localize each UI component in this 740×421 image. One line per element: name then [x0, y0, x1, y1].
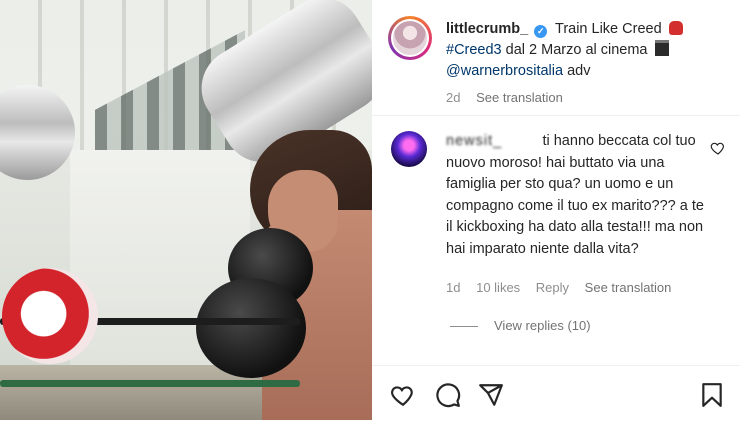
heart-icon[interactable]: [390, 382, 416, 408]
see-translation-link[interactable]: See translation: [585, 280, 672, 295]
clapper-board-icon: [654, 40, 669, 56]
author-username[interactable]: littlecrumb_: [446, 21, 528, 37]
view-replies-label: View replies (10): [494, 318, 591, 333]
caption-meta: 2d See translation: [446, 90, 575, 105]
comment-body: ti hanno: [542, 133, 595, 149]
share-icon[interactable]: [478, 382, 504, 408]
post-caption: littlecrumb_ ✓ Train Like Creed #Creed3 …: [446, 19, 731, 82]
hashtag-link[interactable]: #Creed3: [446, 42, 502, 58]
divider: [372, 115, 740, 116]
caption-text: Train Like Creed: [555, 21, 662, 37]
view-replies-button[interactable]: View replies (10): [450, 318, 591, 333]
comment-body: beccata col tuo nuovo moroso! hai buttat…: [446, 133, 704, 257]
verified-badge-icon: ✓: [534, 25, 548, 38]
caption-text: dal 2 Marzo al cinema: [505, 42, 648, 58]
reply-button[interactable]: Reply: [536, 280, 569, 295]
see-translation-link[interactable]: See translation: [476, 90, 563, 105]
ring-rope: [0, 380, 300, 387]
comment-icon[interactable]: [435, 382, 461, 408]
comment-age: 1d: [446, 280, 461, 295]
replies-line: [450, 326, 478, 328]
boxing-glove: [196, 278, 306, 378]
post-photo[interactable]: [0, 0, 372, 420]
comment-likes[interactable]: 10 likes: [476, 280, 520, 295]
author-avatar[interactable]: [388, 16, 432, 60]
comment-meta: 1d 10 likes Reply See translation: [446, 280, 683, 295]
post-age: 2d: [446, 90, 461, 105]
comment-text: newsit_ ti hanno beccata col tuo nuovo m…: [446, 131, 708, 260]
commenter-avatar[interactable]: [391, 131, 427, 167]
action-bar: [372, 365, 740, 421]
commenter-username[interactable]: newsit_: [446, 133, 502, 149]
bookmark-icon[interactable]: [699, 382, 725, 408]
boxing-glove-icon: [668, 21, 683, 35]
caption-text: adv: [567, 63, 591, 79]
avatar-photo: [393, 21, 427, 55]
mention-link[interactable]: @warnerbrositalia: [446, 63, 563, 79]
like-comment-heart-icon[interactable]: [710, 140, 726, 156]
